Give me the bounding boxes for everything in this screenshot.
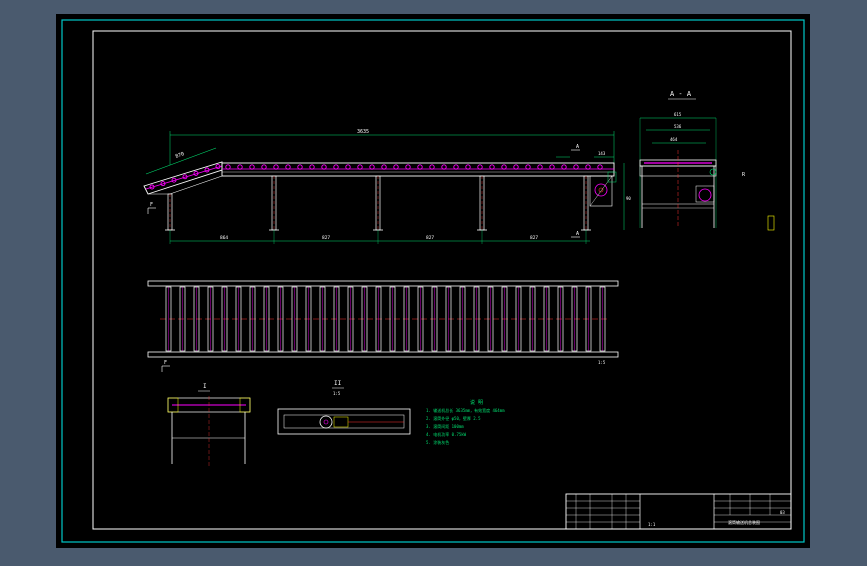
section-marker-top: A [576,144,579,150]
leg-spacing-3: 827 [426,235,434,241]
top-view-label: F [164,360,167,366]
side-end-label: F [150,202,153,208]
title-block-part-code: 03 [780,510,785,515]
note-line-2: 2. 滚筒外径 φ50，壁厚 2.5 [426,415,481,421]
title-block-drawing-name: 滚筒输送机总装图 [728,519,760,525]
detail2-scale: 1:5 [333,391,341,396]
section-height-dim: 90 [626,196,631,201]
title-block-scale: 1:1 [648,522,656,527]
overall-length-dim: 3635 [357,129,369,135]
cad-drawing: 3635 870 A A 143 90 864 827 827 827 F A … [0,0,867,562]
section-width-inner: 464 [670,137,678,142]
height-small-dim: 143 [598,151,606,156]
note-line-4: 4. 电机功率 0.75kW [426,431,467,437]
section-width-outer: 615 [674,112,682,117]
section-width-mid: 536 [674,124,682,129]
note-line-1: 1. 输送机总长 3635mm，有效宽度 464mm [426,407,505,413]
top-view-scale: 1:5 [598,360,606,365]
section-title: A - A [670,90,692,98]
notes-title: 说 明 [470,399,483,406]
leg-spacing-2: 827 [322,235,330,241]
leg-spacing-4: 827 [530,235,538,241]
drawing-sheet: 3635 870 A A 143 90 864 827 827 827 F A … [56,14,810,548]
leg-spacing-1: 864 [220,235,228,241]
section-marker-bottom: A [576,231,579,237]
note-line-5: 5. 涂装灰色 [426,439,449,445]
detail1-label: I [203,383,207,390]
note-line-3: 3. 滚筒间距 100mm [426,423,464,429]
detail2-label: II [334,380,342,387]
